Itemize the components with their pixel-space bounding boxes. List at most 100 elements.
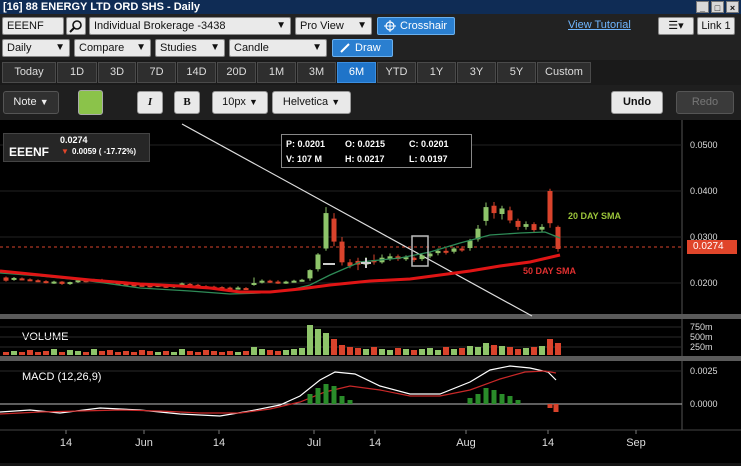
note-select[interactable]: Note ▼ — [3, 91, 59, 114]
volume-bar — [371, 347, 377, 355]
redo-button[interactable]: Redo — [676, 91, 734, 114]
chart-area[interactable]: 0.0500 0.0400 0.0300 0.0200 20 DAY SMA 50 DAY… — [0, 120, 741, 463]
view-select[interactable]: Pro View ▼ — [295, 17, 372, 35]
range-3m-button[interactable]: 3M — [297, 62, 336, 83]
color-swatch[interactable] — [78, 90, 103, 115]
range-7d-button[interactable]: 7D — [137, 62, 176, 83]
volume-bar — [339, 345, 345, 355]
candle — [307, 270, 313, 279]
range-6m-button[interactable]: 6M — [337, 62, 376, 83]
macd-histogram-bar — [547, 404, 553, 408]
candle — [251, 283, 257, 285]
volume-bar — [539, 346, 545, 355]
range-14d-button[interactable]: 14D — [177, 62, 216, 83]
price-chart[interactable]: 0.05000.04000.03000.020020 DAY SMA50 DAY… — [0, 120, 741, 463]
volume-bar — [523, 348, 529, 355]
chevron-down-icon: ▼ — [331, 97, 341, 107]
chevron-down-icon: ▼ — [55, 42, 65, 53]
account-select[interactable]: Individual Brokerage -3438 ▼ — [89, 17, 291, 35]
macd-histogram-bar — [307, 394, 313, 404]
studies-select[interactable]: Studies ▼ — [155, 39, 225, 57]
macd-histogram-bar — [553, 404, 559, 412]
range-ytd-button[interactable]: YTD — [377, 62, 416, 83]
range-custom-button[interactable]: Custom — [537, 62, 591, 83]
volume-bar — [395, 348, 401, 355]
close-button[interactable]: × — [726, 1, 739, 13]
volume-bar — [483, 343, 489, 355]
range-1m-button[interactable]: 1M — [257, 62, 296, 83]
candle — [547, 191, 553, 224]
volume-bar — [323, 333, 329, 355]
candle — [499, 208, 505, 214]
font-family-select[interactable]: Helvetica ▼ — [272, 91, 351, 114]
volume-bar — [275, 351, 281, 355]
ohlc-low: L: 0.0197 — [409, 154, 448, 164]
search-button[interactable] — [66, 17, 86, 35]
candle — [443, 250, 449, 253]
price-tick-label: 0.0400 — [690, 186, 718, 196]
candle — [3, 277, 9, 281]
crosshair-button[interactable]: Crosshair — [377, 17, 455, 35]
chart-style-select[interactable]: Candle ▼ — [229, 39, 327, 57]
volume-bar — [91, 349, 97, 355]
range-3d-button[interactable]: 3D — [98, 62, 136, 83]
range-3y-button[interactable]: 3Y — [457, 62, 496, 83]
candle — [451, 248, 457, 252]
x-tick-label: 14 — [369, 437, 381, 449]
link-button[interactable]: Link 1 — [697, 17, 735, 35]
view-tutorial-link[interactable]: View Tutorial — [568, 19, 631, 31]
candle — [323, 213, 329, 249]
chevron-down-icon: ▼ — [136, 42, 146, 53]
macd-histogram-bar — [331, 386, 337, 404]
undo-button[interactable]: Undo — [611, 91, 663, 114]
list-icon: ☰▾ — [668, 20, 684, 32]
chart-style-value: Candle — [234, 42, 269, 54]
macd-histogram-bar — [475, 394, 481, 404]
italic-button[interactable]: I — [137, 91, 163, 114]
font-size-value: 10px — [222, 96, 246, 108]
maximize-button[interactable]: □ — [711, 1, 724, 13]
volume-bar — [315, 329, 321, 355]
layout-button[interactable]: ☰▾ — [658, 17, 694, 35]
candle — [435, 250, 441, 254]
range-1y-button[interactable]: 1Y — [417, 62, 456, 83]
volume-bar — [115, 352, 121, 355]
chevron-down-icon: ▼ — [357, 20, 367, 31]
symbol-value: EEENF — [7, 20, 44, 32]
volume-bar — [299, 348, 305, 355]
ohlc-readout: P: 0.0201 O: 0.0215 C: 0.0201 V: 107 M H… — [281, 134, 472, 168]
font-size-select[interactable]: 10px ▼ — [212, 91, 268, 114]
range-5y-button[interactable]: 5Y — [497, 62, 536, 83]
volume-bar — [67, 350, 73, 355]
candle — [51, 281, 57, 284]
candle — [19, 278, 25, 281]
minimize-button[interactable]: _ — [696, 1, 709, 13]
volume-bar — [43, 351, 49, 355]
range-1d-button[interactable]: 1D — [57, 62, 97, 83]
account-value: Individual Brokerage -3438 — [94, 20, 226, 32]
volume-bar — [83, 352, 89, 355]
candle — [419, 255, 425, 260]
volume-bar — [411, 350, 417, 355]
volume-bar — [547, 339, 553, 355]
volume-bar — [507, 347, 513, 355]
draw-button[interactable]: Draw — [332, 39, 393, 57]
volume-bar — [211, 351, 217, 355]
ohlc-prev: P: 0.0201 — [286, 139, 326, 149]
candle — [483, 207, 489, 221]
ohlc-volume: V: 107 M — [286, 154, 323, 164]
compare-select[interactable]: Compare ▼ — [74, 39, 151, 57]
macd-histogram-bar — [515, 400, 521, 404]
draw-label: Draw — [355, 42, 381, 54]
bold-button[interactable]: B — [174, 91, 200, 114]
macd-histogram-bar — [339, 396, 345, 404]
volume-bar — [219, 352, 225, 355]
macd-histogram-bar — [467, 398, 473, 404]
macd-histogram-bar — [491, 390, 497, 404]
frequency-select[interactable]: Daily ▼ — [2, 39, 70, 57]
range-today-button[interactable]: Today — [2, 62, 56, 83]
candle — [331, 218, 337, 242]
symbol-input[interactable]: EEENF — [2, 17, 64, 35]
range-20d-button[interactable]: 20D — [217, 62, 256, 83]
toolbar-chart: Daily ▼ Compare ▼ Studies ▼ Candle ▼ Dra… — [0, 38, 741, 60]
